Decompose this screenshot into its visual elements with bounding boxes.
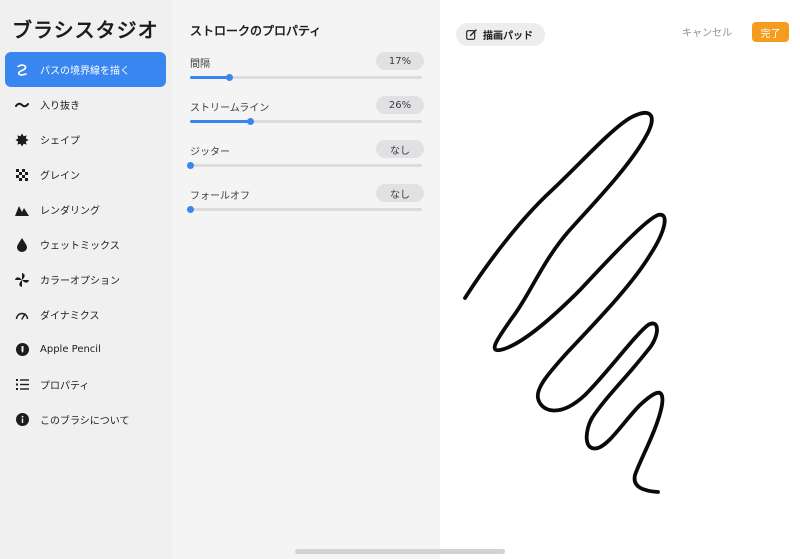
sidebar-item-grain[interactable]: グレイン bbox=[5, 157, 166, 192]
setting-label: フォールオフ bbox=[190, 191, 250, 202]
setting-value[interactable]: 26% bbox=[376, 96, 424, 114]
shape-icon bbox=[15, 133, 29, 147]
sidebar-item-label: パスの境界線を描く bbox=[40, 66, 130, 77]
streamline-setting: ストリームライン 26% bbox=[190, 96, 424, 126]
sidebar-item-label: 入り抜き bbox=[40, 101, 80, 112]
sidebar-item-label: このブラシについて bbox=[40, 416, 130, 427]
setting-value[interactable]: 17% bbox=[376, 52, 424, 70]
grain-icon bbox=[15, 168, 29, 182]
sidebar-item-label: プロパティ bbox=[40, 381, 90, 392]
slider-knob[interactable] bbox=[187, 206, 194, 213]
sidebar-item-label: Apple Pencil bbox=[40, 344, 101, 355]
sidebar-item-shape[interactable]: シェイプ bbox=[5, 122, 166, 157]
setting-label: 間隔 bbox=[190, 59, 210, 70]
sidebar-item-about[interactable]: このブラシについて bbox=[5, 402, 166, 437]
setting-label: ジッター bbox=[190, 147, 230, 158]
spacing-slider[interactable] bbox=[190, 74, 422, 81]
jitter-setting: ジッター なし bbox=[187, 140, 424, 170]
wet-mix-icon bbox=[15, 237, 29, 252]
sidebar-item-color-options[interactable]: カラーオプション bbox=[5, 262, 166, 297]
sidebar-item-label: ウェットミックス bbox=[40, 241, 120, 252]
drawing-pad[interactable]: 描画パッド キャンセル 完了 bbox=[440, 0, 800, 559]
sidebar-item-wet-mix[interactable]: ウェットミックス bbox=[5, 227, 166, 262]
sidebar-item-label: カラーオプション bbox=[40, 276, 120, 287]
brush-studio-sidebar: ブラシスタジオ パスの境界線を描く 入り抜き シェイプ グレイン レンダリング … bbox=[0, 0, 172, 559]
sidebar-item-rendering[interactable]: レンダリング bbox=[5, 192, 166, 227]
setting-value[interactable]: なし bbox=[376, 184, 424, 202]
falloff-slider[interactable] bbox=[187, 206, 422, 213]
slider-fill bbox=[190, 120, 251, 123]
home-indicator bbox=[295, 549, 505, 554]
slider-knob[interactable] bbox=[226, 74, 234, 81]
info-icon bbox=[15, 413, 29, 427]
sidebar-nav: パスの境界線を描く 入り抜き シェイプ グレイン レンダリング ウェットミックス… bbox=[5, 52, 166, 437]
sidebar-item-properties[interactable]: プロパティ bbox=[5, 367, 166, 402]
brush-stroke-preview bbox=[463, 111, 667, 494]
sidebar-item-label: レンダリング bbox=[40, 206, 100, 217]
sidebar-item-label: グレイン bbox=[40, 171, 80, 182]
app-title: ブラシスタジオ bbox=[12, 18, 159, 42]
apple-pencil-icon bbox=[15, 343, 29, 357]
rendering-icon bbox=[15, 203, 29, 217]
falloff-setting: フォールオフ なし bbox=[187, 184, 424, 214]
setting-label: ストリームライン bbox=[190, 103, 270, 114]
slider-fill bbox=[190, 76, 230, 79]
stroke-properties-panel: ストロークのプロパティ 間隔 17% ストリームライン 26% ジッター なし … bbox=[172, 0, 440, 559]
sidebar-item-stroke-path[interactable]: パスの境界線を描く bbox=[5, 52, 166, 87]
panel-title: ストロークのプロパティ bbox=[190, 24, 322, 38]
stroke-path-icon bbox=[15, 63, 29, 77]
taper-icon bbox=[15, 98, 29, 112]
setting-value[interactable]: なし bbox=[376, 140, 424, 158]
sidebar-item-apple-pencil[interactable]: Apple Pencil bbox=[5, 332, 166, 367]
sidebar-item-taper[interactable]: 入り抜き bbox=[5, 87, 166, 122]
spacing-setting: 間隔 17% bbox=[190, 52, 424, 82]
slider-knob[interactable] bbox=[187, 162, 194, 169]
color-options-icon bbox=[15, 272, 29, 287]
sidebar-item-dynamics[interactable]: ダイナミクス bbox=[5, 297, 166, 332]
slider-knob[interactable] bbox=[247, 118, 255, 125]
dynamics-icon bbox=[15, 308, 29, 322]
properties-icon bbox=[15, 378, 29, 392]
streamline-slider[interactable] bbox=[190, 118, 422, 125]
sidebar-item-label: ダイナミクス bbox=[40, 311, 100, 322]
sidebar-item-label: シェイプ bbox=[40, 136, 80, 147]
jitter-slider[interactable] bbox=[187, 162, 422, 169]
